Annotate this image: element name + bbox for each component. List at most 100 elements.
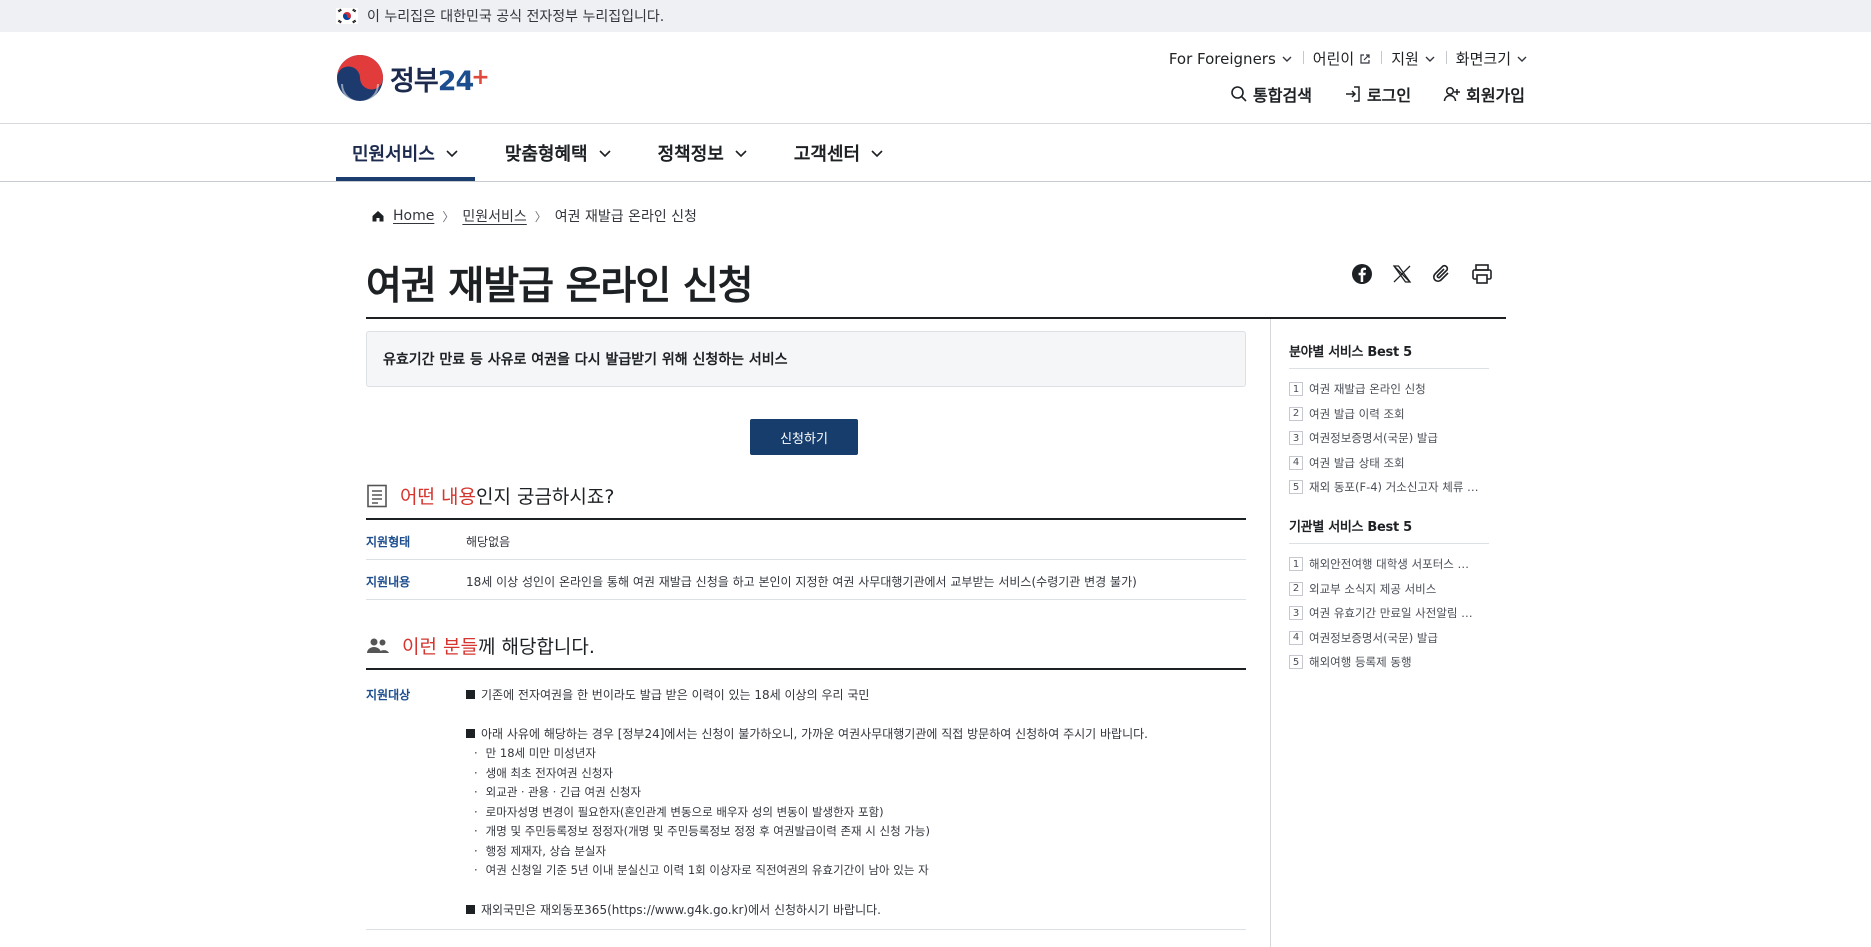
best-by-org-title: 기관별 서비스 Best 5 <box>1289 516 1489 544</box>
best-service-item[interactable]: 5 해외여행 등록제 동행 <box>1289 650 1489 675</box>
section-heading-highlight: 이런 분들 <box>402 636 478 658</box>
best-service-label: 여권 유효기간 만료일 사전알림 … <box>1309 606 1473 621</box>
rank-number: 4 <box>1289 455 1303 470</box>
rank-number: 5 <box>1289 655 1303 670</box>
section-divider <box>366 668 1246 670</box>
best-service-item[interactable]: 3 여권 유효기간 만료일 사전알림 … <box>1289 601 1489 626</box>
breadcrumb-home[interactable]: Home <box>393 208 434 224</box>
rank-number: 2 <box>1289 406 1303 421</box>
breadcrumb-civil-services[interactable]: 민원서비스 <box>462 206 526 226</box>
best-by-field: 분야별 서비스 Best 5 1 여권 재발급 온라인 신청 2 여권 발급 이력 … <box>1289 341 1489 500</box>
section-bottom-divider <box>366 929 1246 930</box>
x-twitter-icon[interactable] <box>1390 262 1414 286</box>
target-subitem: 여권 신청일 기준 5년 이내 분실신고 이력 1회 이상자로 직전여권의 유효… <box>474 862 929 878</box>
best-service-item[interactable]: 5 재외 동포(F-4) 거소신고자 체류 … <box>1289 475 1489 500</box>
best-service-item[interactable]: 3 여권정보증명서(국문) 발급 <box>1289 426 1489 451</box>
chevron-right-icon: 〉 <box>442 209 455 224</box>
sidebar-divider <box>1270 319 1271 947</box>
paperclip-icon[interactable] <box>1430 262 1454 286</box>
best-service-label: 재외 동포(F-4) 거소신고자 체류 … <box>1309 480 1479 495</box>
target-item-text: 기존에 전자여권을 한 번이라도 발급 받은 이력이 있는 18세 이상의 우리… <box>481 688 870 702</box>
chevron-down-icon <box>1517 56 1527 62</box>
search-button[interactable]: 통합검색 <box>1230 82 1312 106</box>
target-item: 아래 사유에 해당하는 경우 [정부24]에서는 신청이 불가하오니, 가까운 … <box>466 725 1148 742</box>
section-heading-highlight: 어떤 내용 <box>400 486 476 508</box>
rank-number: 5 <box>1289 480 1303 495</box>
gov-banner-text: 이 누리집은 대한민국 공식 전자정부 누리집입니다. <box>367 9 665 25</box>
best-service-item[interactable]: 4 여권 발급 상태 조회 <box>1289 451 1489 476</box>
chevron-down-icon <box>735 150 747 158</box>
best-service-item[interactable]: 1 해외안전여행 대학생 서포터스 … <box>1289 552 1489 577</box>
for-foreigners-label: For Foreigners <box>1168 49 1276 68</box>
best-by-org: 기관별 서비스 Best 5 1 해외안전여행 대학생 서포터스 … 2 외교부 소… <box>1289 516 1489 675</box>
login-icon <box>1345 86 1360 102</box>
title-divider <box>366 317 1506 319</box>
screen-size-menu[interactable]: 화면크기 <box>1445 48 1528 69</box>
nav-label: 고객센터 <box>793 144 861 165</box>
chevron-down-icon <box>599 150 611 158</box>
page-title: 여권 재발급 온라인 신청 <box>366 264 754 309</box>
info-row: 지원내용 18세 이상 성인이 온라인을 통해 여권 재발급 신청을 하고 본인… <box>366 560 1246 600</box>
rank-number: 1 <box>1289 557 1303 572</box>
header-actions: 통합검색 로그인 회원가입 <box>1230 82 1525 106</box>
target-item-text: 재외국민은 재외동포365(https://www.g4k.go.kr)에서 신… <box>481 903 881 917</box>
bullet-icon <box>466 690 475 699</box>
nav-item-policy-info[interactable]: 정책정보 <box>642 125 764 181</box>
site-logo[interactable]: 정부24+ <box>336 54 490 102</box>
screen-size-label: 화면크기 <box>1455 50 1511 68</box>
best-by-field-title: 분야별 서비스 Best 5 <box>1289 341 1489 369</box>
target-item: 재외국민은 재외동포365(https://www.g4k.go.kr)에서 신… <box>466 901 881 918</box>
bullet-icon <box>466 729 475 738</box>
korean-flag-icon <box>336 8 358 24</box>
support-menu[interactable]: 지원 <box>1381 48 1446 69</box>
best-service-item[interactable]: 2 여권 발급 이력 조회 <box>1289 402 1489 427</box>
section-heading-content: 어떤 내용인지 궁금하시죠? <box>366 482 614 509</box>
apply-button[interactable]: 신청하기 <box>750 419 858 455</box>
breadcrumb: Home 〉 민원서비스 〉 여권 재발급 온라인 신청 <box>371 206 697 226</box>
info-row-value: 18세 이상 성인이 온라인을 통해 여권 재발급 신청을 하고 본인이 지정한… <box>466 575 1137 589</box>
best-service-label: 여권정보증명서(국문) 발급 <box>1309 431 1439 446</box>
chevron-down-icon <box>446 150 458 158</box>
nav-item-customer-center[interactable]: 고객센터 <box>778 125 900 181</box>
nav-item-civil-services[interactable]: 민원서비스 <box>336 125 475 181</box>
section-heading-text: 인지 궁금하시죠? <box>475 486 615 508</box>
utility-menu: For Foreigners 어린이 지원 화면크기 <box>1159 48 1528 69</box>
login-button[interactable]: 로그인 <box>1344 82 1411 106</box>
logo-text: 정부24+ <box>390 64 490 97</box>
target-label: 지원대상 <box>366 688 411 702</box>
best-service-item[interactable]: 2 외교부 소식지 제공 서비스 <box>1289 577 1489 602</box>
info-row: 지원형태 해당없음 <box>366 520 1246 560</box>
target-subitem: 로마자성명 변경이 필요한자(혼인관계 변동으로 배우자 성의 변동이 발생한자… <box>474 804 884 820</box>
info-row-label: 지원형태 <box>366 535 411 549</box>
chevron-right-icon: 〉 <box>534 209 547 224</box>
nav-item-custom-benefits[interactable]: 맞춤형혜택 <box>489 125 628 181</box>
main-navigation: 민원서비스 맞춤형혜택 정책정보 고객센터 <box>0 125 1871 182</box>
target-subitem: 개명 및 주민등록정보 정정자(개명 및 주민등록정보 정정 후 여권발급이력 … <box>474 823 930 839</box>
section-heading-text: 께 해당합니다. <box>477 636 595 658</box>
target-subitem: 만 18세 미만 미성년자 <box>474 745 596 761</box>
nav-label: 정책정보 <box>657 144 724 165</box>
kids-link[interactable]: 어린이 <box>1302 48 1381 69</box>
section-heading-target: 이런 분들께 해당합니다. <box>366 632 595 659</box>
info-row-label: 지원내용 <box>366 575 411 589</box>
for-foreigners-menu[interactable]: For Foreigners <box>1159 50 1303 68</box>
site-header: 정부24+ For Foreigners 어린이 지원 화면크기 통합검색 로그… <box>0 32 1871 124</box>
best-service-label: 여권 재발급 온라인 신청 <box>1309 382 1426 397</box>
target-subitem: 외교관ㆍ관용ㆍ긴급 여권 신청자 <box>474 784 641 800</box>
rank-number: 3 <box>1289 606 1303 621</box>
search-label: 통합검색 <box>1253 86 1312 105</box>
signup-label: 회원가입 <box>1466 86 1525 105</box>
chevron-down-icon <box>1425 56 1435 62</box>
support-label: 지원 <box>1391 50 1419 68</box>
best-service-item[interactable]: 4 여권정보증명서(국문) 발급 <box>1289 626 1489 651</box>
best-service-item[interactable]: 1 여권 재발급 온라인 신청 <box>1289 377 1489 402</box>
chevron-down-icon <box>871 150 883 158</box>
best-service-label: 해외여행 등록제 동행 <box>1309 655 1412 670</box>
signup-button[interactable]: 회원가입 <box>1443 82 1525 106</box>
rank-number: 4 <box>1289 630 1303 645</box>
service-summary: 유효기간 만료 등 사유로 여권을 다시 발급받기 위해 신청하는 서비스 <box>366 331 1246 387</box>
breadcrumb-current: 여권 재발급 온라인 신청 <box>554 209 697 225</box>
share-tools <box>1350 262 1494 286</box>
facebook-icon[interactable] <box>1350 262 1374 286</box>
print-icon[interactable] <box>1470 262 1494 286</box>
